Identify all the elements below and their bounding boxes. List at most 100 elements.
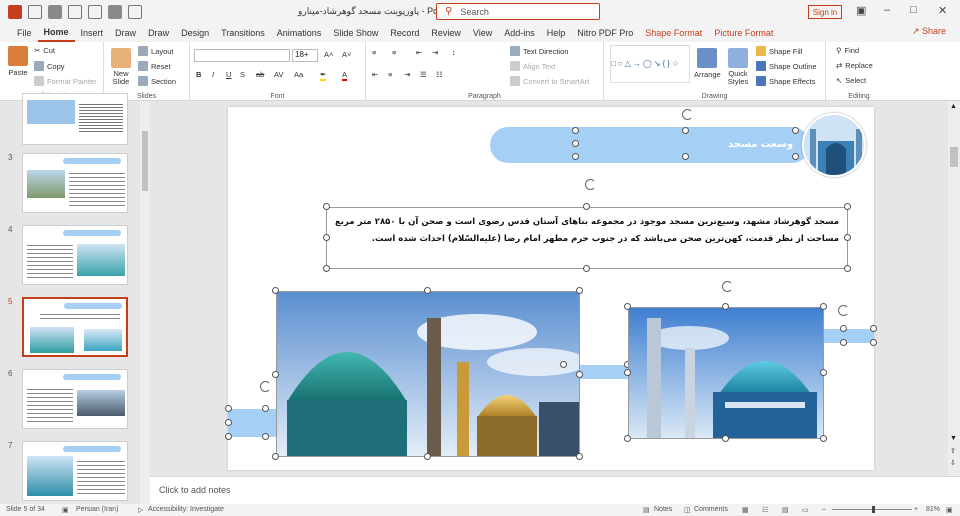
notes-pane[interactable]: Click to add notes: [150, 476, 960, 504]
arrange-button[interactable]: Arrange: [694, 48, 721, 79]
resize-handle[interactable]: [722, 303, 729, 310]
resize-handle[interactable]: [576, 287, 583, 294]
underline-icon[interactable]: U: [226, 70, 231, 79]
align-text-button[interactable]: Align Text: [510, 61, 555, 71]
resize-handle[interactable]: [583, 203, 590, 210]
resize-handle[interactable]: [424, 453, 431, 460]
resize-handle[interactable]: [272, 453, 279, 460]
accessibility-icon[interactable]: ▷: [138, 506, 143, 514]
resize-handle[interactable]: [840, 325, 847, 332]
resize-handle[interactable]: [792, 127, 799, 134]
shape-effects-button[interactable]: Shape Effects: [756, 76, 816, 86]
decrease-indent-icon[interactable]: ⇤: [416, 48, 422, 57]
resize-handle[interactable]: [225, 433, 232, 440]
tab-draw[interactable]: Draw: [142, 24, 175, 42]
columns-icon[interactable]: ☷: [436, 70, 443, 79]
resize-handle[interactable]: [840, 339, 847, 346]
resize-handle[interactable]: [682, 127, 689, 134]
redo-icon[interactable]: [88, 5, 102, 19]
section-button[interactable]: Section: [138, 76, 176, 86]
resize-handle[interactable]: [870, 339, 877, 346]
resize-handle[interactable]: [820, 435, 827, 442]
tab-file[interactable]: File: [11, 24, 38, 42]
resize-handle[interactable]: [225, 405, 232, 412]
change-case-icon[interactable]: Aa: [294, 70, 303, 79]
slide-thumbnail[interactable]: [22, 369, 128, 429]
shadow-icon[interactable]: S: [240, 70, 245, 79]
ribbon-display-icon[interactable]: ▣: [856, 4, 866, 17]
rotate-handle-icon[interactable]: [682, 109, 693, 120]
shrink-font-icon[interactable]: A˅: [342, 50, 351, 59]
rotate-handle-icon[interactable]: [260, 381, 271, 392]
rotate-handle-icon[interactable]: [722, 281, 733, 292]
language-indicator[interactable]: Persian (Iran): [76, 506, 118, 513]
zoom-in-icon[interactable]: +: [914, 506, 918, 513]
paste-button[interactable]: Paste: [8, 46, 28, 77]
tab-home[interactable]: Home: [37, 24, 75, 42]
slide-title[interactable]: وسعت مسجد: [728, 139, 793, 150]
save-icon[interactable]: [48, 5, 62, 19]
search-box[interactable]: ⚲ Search: [436, 3, 600, 20]
rotate-handle-icon[interactable]: [585, 179, 596, 190]
tab-animations[interactable]: Animations: [271, 24, 328, 42]
zoom-level[interactable]: 81%: [926, 506, 940, 513]
numbering-icon[interactable]: ≡: [392, 48, 396, 57]
convert-smartart-button[interactable]: Convert to SmartArt: [510, 76, 589, 86]
resize-handle[interactable]: [225, 419, 232, 426]
spellcheck-icon[interactable]: ▣: [62, 506, 69, 514]
find-button[interactable]: ⚲ Find: [836, 46, 859, 55]
layout-button[interactable]: Layout: [138, 46, 174, 56]
scroll-down-icon[interactable]: ▼: [950, 435, 957, 442]
increase-indent-icon[interactable]: ⇥: [432, 48, 438, 57]
resize-handle[interactable]: [820, 303, 827, 310]
resize-handle[interactable]: [624, 369, 631, 376]
accessibility-status[interactable]: Accessibility: Investigate: [148, 506, 224, 513]
quick-styles-button[interactable]: Quick Styles: [726, 48, 750, 86]
shape-outline-button[interactable]: Shape Outline: [756, 61, 817, 71]
minimize-icon[interactable]: –: [884, 4, 890, 16]
body-textbox[interactable]: مسجد گوهرشاد مشهد، وسیع‌ترین مسجد موجود …: [326, 207, 848, 269]
font-size-field[interactable]: 18+: [292, 49, 318, 62]
scrollbar-thumb[interactable]: [950, 147, 958, 167]
comments-button[interactable]: Comments: [694, 506, 728, 513]
cut-button[interactable]: ✂ Cut: [34, 46, 55, 55]
select-button[interactable]: ↖ Select: [836, 76, 866, 85]
tab-record[interactable]: Record: [384, 24, 425, 42]
undo-icon[interactable]: [68, 5, 82, 19]
copy-button[interactable]: Copy: [34, 61, 65, 71]
bold-icon[interactable]: B: [196, 70, 201, 79]
decor-bar[interactable]: [228, 409, 280, 437]
tab-help[interactable]: Help: [541, 24, 572, 42]
line-spacing-icon[interactable]: ↕: [452, 48, 456, 57]
resize-handle[interactable]: [572, 153, 579, 160]
resize-handle[interactable]: [682, 153, 689, 160]
resize-handle[interactable]: [262, 405, 269, 412]
italic-icon[interactable]: I: [212, 70, 214, 79]
spacing-icon[interactable]: AV: [274, 70, 283, 79]
thumbnails-scrollbar[interactable]: [140, 101, 150, 504]
tab-transitions[interactable]: Transitions: [215, 24, 271, 42]
share-button[interactable]: ↗ Share: [912, 26, 946, 37]
align-center-icon[interactable]: ≡: [388, 70, 392, 79]
notes-placeholder[interactable]: Click to add notes: [159, 485, 231, 495]
notes-icon[interactable]: ▤: [643, 506, 650, 514]
resize-handle[interactable]: [272, 287, 279, 294]
resize-handle[interactable]: [844, 265, 851, 272]
resize-handle[interactable]: [844, 234, 851, 241]
close-icon[interactable]: ✕: [938, 4, 947, 17]
reading-view-icon[interactable]: ▤: [782, 506, 789, 514]
resize-handle[interactable]: [722, 435, 729, 442]
resize-handle[interactable]: [624, 303, 631, 310]
slide-canvas[interactable]: وسعت مسجد مسجد گوهرشاد مشهد، وسیع‌ترین م…: [225, 107, 877, 470]
tab-nitro-pdf-pro[interactable]: Nitro PDF Pro: [571, 24, 639, 42]
font-color-icon[interactable]: A: [342, 70, 348, 81]
tab-design[interactable]: Design: [175, 24, 215, 42]
slide-thumbnail[interactable]: [22, 93, 128, 145]
slide-thumbnail[interactable]: [22, 441, 128, 501]
resize-handle[interactable]: [576, 371, 583, 378]
highlight-icon[interactable]: ✒: [320, 70, 327, 81]
tab-add-ins[interactable]: Add-ins: [498, 24, 541, 42]
resize-handle[interactable]: [572, 140, 579, 147]
slide-sorter-icon[interactable]: ☷: [762, 506, 768, 514]
fit-to-window-icon[interactable]: ▣: [946, 506, 953, 514]
